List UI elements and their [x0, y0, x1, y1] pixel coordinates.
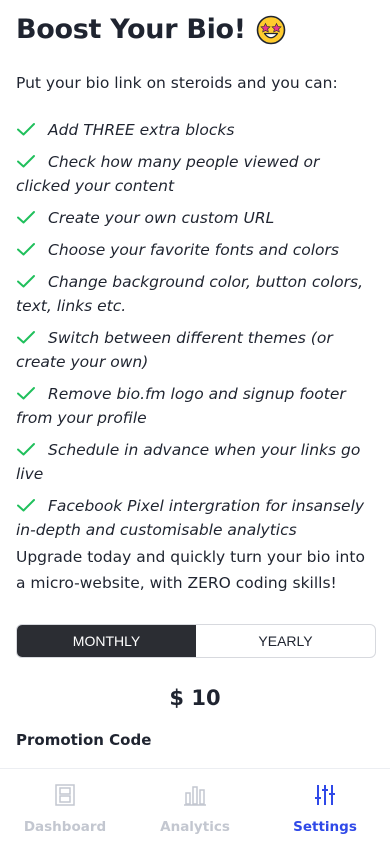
- settings-content: Boost Your Bio! Put your bio link on ste…: [0, 0, 390, 768]
- check-icon: [17, 275, 35, 288]
- page-title: Boost Your Bio!: [16, 14, 246, 45]
- check-icon: [17, 387, 35, 400]
- check-icon: [17, 243, 35, 256]
- feature-item: Change background color, button colors, …: [16, 270, 376, 318]
- feature-text: Create your own custom URL: [48, 209, 275, 227]
- monthly-option[interactable]: MONTHLY: [17, 625, 196, 657]
- tab-settings[interactable]: Settings: [260, 769, 390, 845]
- analytics-icon: [184, 786, 206, 806]
- feature-item: Remove bio.fm logo and signup footer fro…: [16, 382, 376, 430]
- feature-item: Schedule in advance when your links go l…: [16, 438, 376, 486]
- tab-dashboard[interactable]: Dashboard: [0, 769, 130, 845]
- promo-code-input[interactable]: [16, 752, 374, 768]
- tab-dashboard-label: Dashboard: [23, 819, 107, 835]
- feature-text: Add THREE extra blocks: [48, 121, 235, 139]
- feature-item: Switch between different themes (or crea…: [16, 326, 376, 374]
- title-row: Boost Your Bio!: [16, 14, 286, 45]
- check-icon: [17, 155, 35, 168]
- yearly-option[interactable]: YEARLY: [196, 625, 375, 657]
- feature-item: Check how many people viewed or clicked …: [16, 150, 376, 198]
- tab-settings-label: Settings: [293, 819, 357, 835]
- settings-sliders-icon: [315, 785, 335, 805]
- billing-toggle: MONTHLY YEARLY: [16, 624, 376, 658]
- check-icon: [17, 499, 35, 512]
- star-struck-emoji-icon: [256, 15, 286, 44]
- upgrade-text: Upgrade today and quickly turn your bio …: [16, 548, 365, 592]
- feature-item: Choose your favorite fonts and colors: [16, 238, 376, 262]
- feature-list: Add THREE extra blocks Check how many pe…: [16, 118, 376, 550]
- dashboard-icon: [55, 784, 75, 806]
- feature-text: Check how many people viewed or clicked …: [16, 153, 320, 195]
- check-icon: [17, 211, 35, 224]
- check-icon: [17, 123, 35, 136]
- feature-text: Change background color, button colors, …: [16, 273, 364, 315]
- feature-text: Switch between different themes (or crea…: [16, 329, 333, 371]
- tab-analytics-label: Analytics: [160, 819, 230, 835]
- feature-item: Facebook Pixel intergration for insansel…: [16, 494, 376, 542]
- check-icon: [17, 331, 35, 344]
- feature-text: Schedule in advance when your links go l…: [16, 441, 361, 483]
- promo-code-label: Promotion Code: [16, 731, 152, 749]
- price-text: $ 10: [169, 686, 221, 710]
- feature-text: Choose your favorite fonts and colors: [48, 241, 339, 259]
- feature-item: Create your own custom URL: [16, 206, 376, 230]
- intro-text: Put your bio link on steroids and you ca…: [16, 74, 338, 92]
- check-icon: [17, 443, 35, 456]
- tab-analytics[interactable]: Analytics: [130, 769, 260, 845]
- feature-text: Facebook Pixel intergration for insansel…: [16, 497, 365, 539]
- feature-text: Remove bio.fm logo and signup footer fro…: [16, 385, 346, 427]
- bottom-tab-bar: Dashboard Analytics Settings: [0, 768, 390, 845]
- feature-item: Add THREE extra blocks: [16, 118, 376, 142]
